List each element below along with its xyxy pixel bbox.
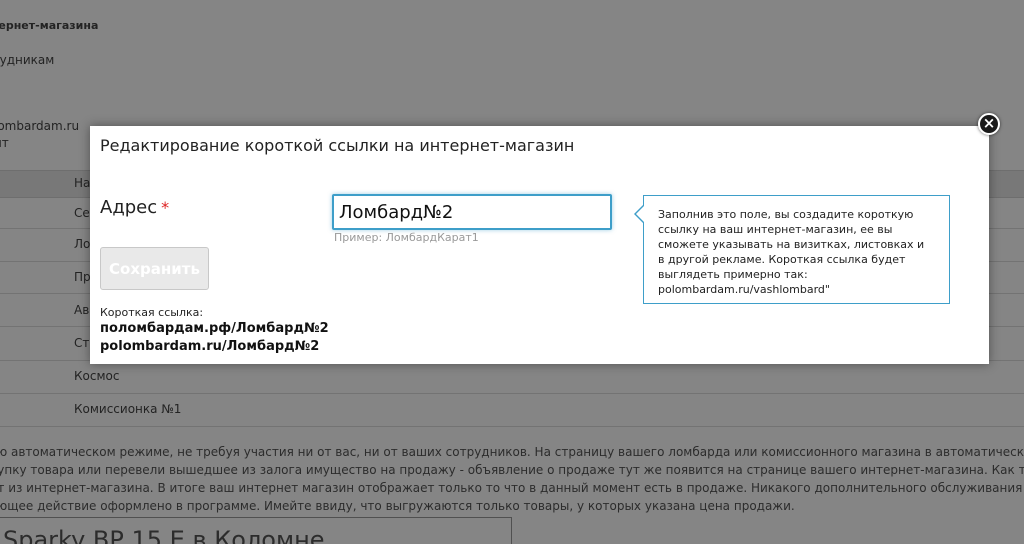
tooltip-line: в другой рекламе. Короткая ссылка будет: [658, 253, 906, 266]
tooltip-line: ссылку на ваш интернет-магазин, ее вы: [658, 223, 893, 236]
address-hint: Пример: ЛомбардКарат1: [334, 231, 479, 244]
required-mark: *: [161, 198, 170, 217]
tooltip-line: сможете указывать на визитках, листовках…: [658, 238, 925, 251]
address-tooltip: Заполнив это поле, вы создадите короткую…: [634, 195, 950, 304]
short-link-rf: поломбардам.рф/Ломбард№2: [100, 321, 329, 336]
address-input[interactable]: [332, 194, 612, 230]
short-link-caption: Короткая ссылка:: [100, 306, 204, 319]
dialog-title: Редактирование короткой ссылки на интерн…: [100, 136, 575, 155]
short-link-ru: polombardam.ru/Ломбард№2: [100, 339, 320, 354]
close-icon[interactable]: ×: [978, 113, 1000, 135]
address-label-text: Адрес: [100, 197, 158, 218]
tooltip-line: polombardam.ru/vashlombard": [658, 283, 830, 296]
tooltip-line: выглядеть примерно так:: [658, 268, 808, 281]
edit-short-link-dialog: Редактирование короткой ссылки на интерн…: [90, 126, 989, 364]
address-label: Адрес *: [100, 197, 169, 218]
tooltip-line: Заполнив это поле, вы создадите короткую: [658, 208, 914, 221]
save-button[interactable]: Сохранить: [100, 247, 209, 290]
